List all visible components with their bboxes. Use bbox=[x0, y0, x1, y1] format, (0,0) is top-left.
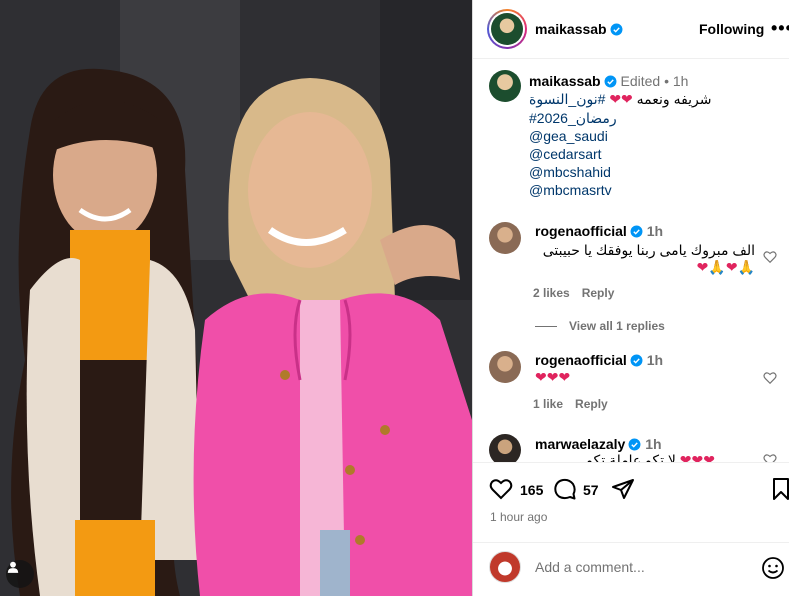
bookmark-icon[interactable] bbox=[769, 477, 789, 501]
like-comment-heart-icon[interactable] bbox=[763, 371, 777, 385]
edited-label: Edited bbox=[620, 73, 661, 89]
more-options-icon[interactable]: ••• bbox=[771, 18, 789, 39]
comment-likes[interactable]: 2 likes bbox=[533, 286, 570, 300]
share-icon[interactable] bbox=[611, 477, 635, 501]
verified-badge-icon bbox=[630, 225, 643, 238]
caption: maikassab Edited • 1h شريفه ونعمه ❤❤ #نو… bbox=[529, 72, 779, 199]
reply-button[interactable]: Reply bbox=[575, 397, 608, 411]
likes-count[interactable]: 165 bbox=[520, 482, 543, 498]
view-replies-button[interactable]: View all 1 replies bbox=[535, 319, 665, 333]
mention-link[interactable]: @gea_saudi bbox=[529, 127, 779, 145]
add-comment-bar bbox=[473, 542, 789, 596]
author-username[interactable]: maikassab bbox=[535, 21, 623, 37]
hashtag-link[interactable]: #رمضان_2026 bbox=[529, 109, 779, 127]
comment-username[interactable]: marwaelazaly 1h bbox=[535, 436, 662, 452]
mention-link[interactable]: @mbcshahid bbox=[529, 163, 779, 181]
comment-likes[interactable]: 1 like bbox=[533, 397, 563, 411]
mention-link[interactable]: @cedarsart bbox=[529, 145, 779, 163]
verified-badge-icon bbox=[628, 438, 641, 451]
verified-badge-icon bbox=[630, 354, 643, 367]
comment-time[interactable]: 1h bbox=[645, 436, 661, 452]
photo-illustration bbox=[0, 0, 472, 596]
emoji-icon[interactable] bbox=[761, 556, 785, 580]
caption-author-avatar[interactable] bbox=[489, 70, 521, 102]
reply-button[interactable]: Reply bbox=[582, 286, 615, 300]
comment-text: ❤❤❤ لا تكو عاملة تكو bbox=[586, 452, 715, 462]
comment-time[interactable]: 1h bbox=[647, 352, 663, 368]
meta-separator: • bbox=[664, 73, 669, 89]
following-button[interactable]: Following bbox=[699, 21, 764, 37]
author-avatar[interactable] bbox=[487, 9, 527, 49]
post-header: maikassab Following ••• bbox=[473, 0, 789, 59]
comments-count[interactable]: 57 bbox=[583, 482, 599, 498]
post-time-ago[interactable]: 1 hour ago bbox=[490, 510, 547, 524]
comments-list[interactable]: maikassab Edited • 1h شريفه ونعمه ❤❤ #نو… bbox=[473, 60, 789, 462]
comment-emojis: ❤❤❤ bbox=[535, 370, 571, 386]
commenter-avatar[interactable] bbox=[489, 434, 521, 462]
comment-username[interactable]: rogenaofficial 1h bbox=[535, 223, 663, 239]
add-comment-input[interactable] bbox=[535, 553, 745, 581]
current-user-avatar[interactable] bbox=[489, 551, 521, 583]
heart-emoji: ❤ bbox=[621, 92, 633, 108]
commenter-avatar[interactable] bbox=[489, 222, 521, 254]
verified-badge-icon bbox=[604, 75, 617, 88]
caption-author[interactable]: maikassab bbox=[529, 73, 601, 89]
comment-icon[interactable] bbox=[553, 477, 577, 501]
heart-icon[interactable] bbox=[489, 477, 513, 501]
verified-badge-icon bbox=[610, 23, 623, 36]
mention-link[interactable]: @mbcmasrtv bbox=[529, 181, 779, 199]
heart-emoji: ❤ bbox=[609, 92, 622, 108]
post-side-panel: maikassab Following ••• maikassab Edited… bbox=[472, 0, 789, 596]
comment-username[interactable]: rogenaofficial 1h bbox=[535, 352, 663, 368]
hashtag-link[interactable]: #نون_النسوة bbox=[529, 91, 605, 107]
caption-time[interactable]: 1h bbox=[673, 73, 689, 89]
like-comment-heart-icon[interactable] bbox=[763, 250, 777, 264]
comment-emojis: ❤🙏❤🙏 bbox=[696, 260, 755, 276]
caption-text: شريفه ونعمه ❤❤ #نون_النسوة bbox=[529, 91, 712, 108]
comment-actions: 2 likes Reply bbox=[533, 286, 626, 300]
post-photo[interactable] bbox=[0, 0, 472, 596]
comment-text: الف مبروك يامى ربنا يوفقك يا حبيبتى bbox=[542, 242, 755, 258]
post-actions: 165 57 1 hour ago bbox=[473, 462, 789, 542]
user-tag-icon[interactable] bbox=[6, 560, 34, 588]
commenter-avatar[interactable] bbox=[489, 351, 521, 383]
comment-time[interactable]: 1h bbox=[647, 223, 663, 239]
like-comment-heart-icon[interactable] bbox=[763, 453, 777, 462]
comment-actions: 1 like Reply bbox=[533, 397, 620, 411]
